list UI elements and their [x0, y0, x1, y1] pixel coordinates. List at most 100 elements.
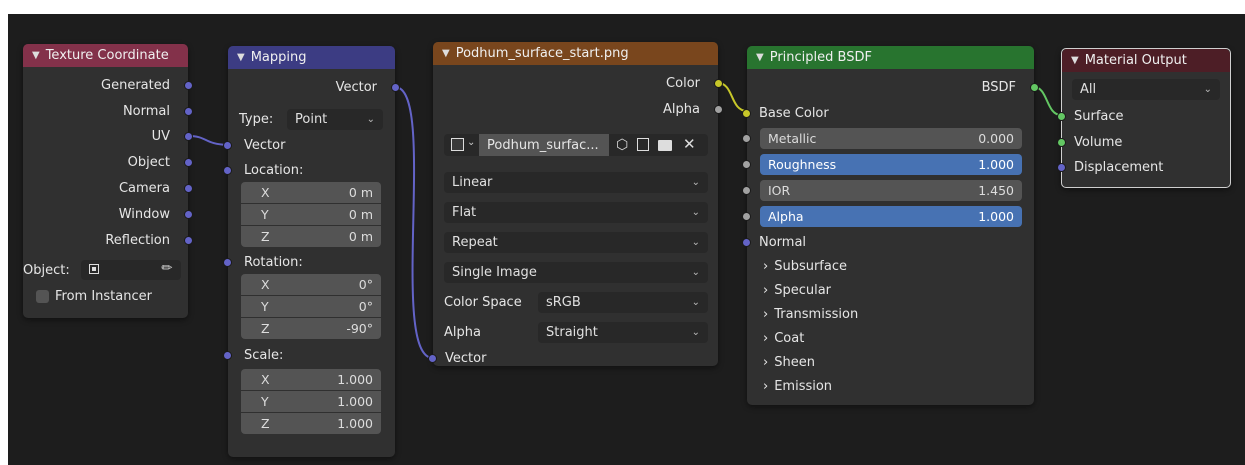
rotation-z-field[interactable]: Z -90°	[241, 318, 381, 339]
socket-bsdf-out[interactable]	[1030, 83, 1039, 92]
panel-transmission[interactable]: › Transmission	[747, 303, 1034, 325]
scale-y-field[interactable]: Y 1.000	[241, 391, 381, 412]
socket-alpha[interactable]	[742, 212, 751, 221]
socket-displacement[interactable]	[1057, 163, 1066, 172]
socket-base-color[interactable]	[742, 109, 751, 118]
socket-color-out[interactable]	[714, 79, 723, 88]
location-z-field[interactable]: Z0 m	[241, 226, 381, 247]
alpha-field[interactable]: Alpha 1.000	[760, 206, 1022, 227]
close-icon[interactable]: ✕	[683, 135, 696, 153]
material-output-node[interactable]: ▼ Material Output All ⌄ Surface Volume D…	[1057, 48, 1231, 188]
fake-user-shield-icon[interactable]: ⬡	[616, 137, 628, 153]
source-dropdown[interactable]: Single Image ⌄	[444, 262, 708, 283]
rotation-y-field[interactable]: Y 0°	[241, 296, 381, 317]
interpolation-dropdown[interactable]: Linear ⌄	[444, 172, 708, 193]
mapping-node[interactable]: ▼ Mapping Vector Type: Point ⌄ Vector Lo…	[223, 46, 400, 457]
socket-vector-in[interactable]	[223, 141, 232, 150]
chevron-down-icon[interactable]: ▼	[32, 50, 40, 61]
image-name: Podhum_surfac...	[487, 137, 599, 153]
from-instancer-checkbox[interactable]	[36, 289, 49, 303]
chevron-down-icon[interactable]: ▼	[442, 48, 450, 59]
scale-label: Scale:	[244, 347, 284, 363]
rotation-x-field[interactable]: X 0°	[241, 274, 381, 295]
metallic-field[interactable]: Metallic 0.000	[760, 128, 1022, 149]
projection-dropdown[interactable]: Flat ⌄	[444, 202, 708, 223]
rotation-label: Rotation:	[244, 254, 303, 270]
chevron-down-icon: ⌄	[691, 177, 700, 188]
input-volume: Volume	[1074, 134, 1123, 150]
location-x-field[interactable]: X0 m	[241, 182, 381, 203]
principled-bsdf-node[interactable]: ▼ Principled BSDF BSDF Base Color Metall…	[742, 46, 1039, 405]
image-name-field[interactable]: Podhum_surfac...	[479, 134, 609, 156]
location-y-field[interactable]: Y0 m	[241, 204, 381, 225]
location-label: Location:	[244, 162, 304, 178]
scale-z-field[interactable]: Z 1.000	[241, 413, 381, 434]
object-picker[interactable]: ✐	[81, 259, 181, 280]
chevron-down-icon: ⌄	[691, 207, 700, 218]
target-dropdown[interactable]: All ⌄	[1072, 79, 1220, 100]
socket-rotation[interactable]	[223, 258, 232, 267]
panel-coat[interactable]: › Coat	[747, 327, 1034, 349]
socket-generated[interactable]	[184, 81, 193, 90]
chevron-right-icon: ›	[763, 354, 769, 370]
socket-scale[interactable]	[223, 351, 232, 360]
socket-volume[interactable]	[1057, 138, 1066, 147]
material-output-header[interactable]: ▼ Material Output	[1062, 49, 1230, 72]
ior-field[interactable]: IOR 1.450	[760, 180, 1022, 201]
socket-ior[interactable]	[742, 186, 751, 195]
output-generated: Generated	[101, 77, 170, 93]
chevron-down-icon[interactable]: ▼	[756, 52, 764, 63]
type-value: Point	[295, 112, 328, 127]
node-title: Texture Coordinate	[45, 48, 169, 63]
chevron-right-icon: ›	[763, 330, 769, 346]
chevron-down-icon: ⌄	[691, 297, 700, 308]
socket-normal[interactable]	[184, 107, 193, 116]
socket-surface[interactable]	[1057, 112, 1066, 121]
open-folder-icon[interactable]	[658, 140, 672, 151]
socket-vector-out[interactable]	[391, 83, 400, 92]
alpha-mode-dropdown[interactable]: Straight ⌄	[538, 322, 708, 343]
texture-coordinate-header[interactable]: ▼ Texture Coordinate	[23, 44, 188, 67]
node-title: Podhum_surface_start.png	[455, 46, 629, 61]
type-label: Type:	[239, 111, 274, 127]
image-texture-node[interactable]: ▼ Podhum_surface_start.png Color Alpha ⌄…	[428, 42, 723, 366]
input-vector: Vector	[244, 137, 286, 153]
socket-camera[interactable]	[184, 184, 193, 193]
target-value: All	[1080, 82, 1097, 97]
extension-dropdown[interactable]: Repeat ⌄	[444, 232, 708, 253]
color-space-dropdown[interactable]: sRGB ⌄	[538, 292, 708, 313]
mapping-header[interactable]: ▼ Mapping	[228, 46, 395, 69]
socket-location[interactable]	[223, 166, 232, 175]
texture-coordinate-node[interactable]: ▼ Texture Coordinate Generated Normal UV…	[23, 44, 193, 318]
socket-uv[interactable]	[184, 132, 193, 141]
node-editor[interactable]: ▼ Texture Coordinate Generated Normal UV…	[8, 14, 1245, 465]
image-texture-header[interactable]: ▼ Podhum_surface_start.png	[433, 42, 718, 65]
link-mapping-to-image[interactable]	[394, 86, 434, 359]
link-bsdf-to-surface[interactable]	[1033, 86, 1062, 116]
chevron-down-icon: ⌄	[366, 114, 375, 125]
projection-value: Flat	[452, 205, 477, 220]
alpha-mode-value: Straight	[546, 325, 598, 340]
panel-subsurface[interactable]: › Subsurface	[747, 255, 1034, 277]
socket-roughness[interactable]	[742, 160, 751, 169]
socket-vector-in[interactable]	[428, 354, 437, 363]
image-browse-icon[interactable]	[451, 138, 464, 151]
socket-reflection[interactable]	[184, 236, 193, 245]
socket-metallic[interactable]	[742, 134, 751, 143]
roughness-field[interactable]: Roughness 1.000	[760, 154, 1022, 175]
socket-alpha-out[interactable]	[714, 105, 723, 114]
eyedropper-icon[interactable]: ✐	[156, 259, 174, 277]
socket-normal[interactable]	[742, 238, 751, 247]
scale-x-field[interactable]: X 1.000	[241, 369, 381, 390]
socket-object[interactable]	[184, 158, 193, 167]
chevron-down-icon[interactable]: ▼	[1071, 55, 1079, 66]
type-dropdown[interactable]: Point ⌄	[287, 109, 383, 130]
principled-bsdf-header[interactable]: ▼ Principled BSDF	[747, 46, 1034, 69]
socket-window[interactable]	[184, 210, 193, 219]
link-uv-to-mapping[interactable]	[187, 135, 229, 146]
panel-emission[interactable]: › Emission	[747, 375, 1034, 397]
panel-specular[interactable]: › Specular	[747, 279, 1034, 301]
chevron-down-icon[interactable]: ▼	[237, 52, 245, 63]
panel-sheen[interactable]: › Sheen	[747, 351, 1034, 373]
duplicate-icon[interactable]	[637, 138, 649, 151]
